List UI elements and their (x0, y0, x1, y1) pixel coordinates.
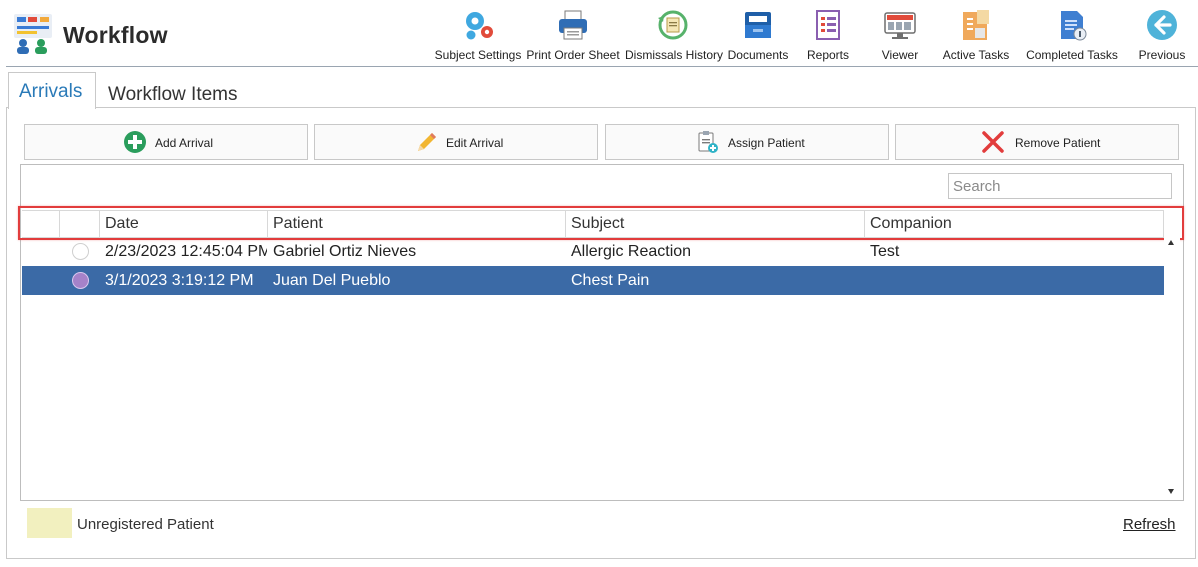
viewer-button[interactable]: Viewer (870, 6, 930, 62)
add-arrival-label: Add Arrival (155, 136, 214, 150)
print-order-sheet-button[interactable]: Print Order Sheet (526, 6, 620, 62)
refresh-link[interactable]: Refresh (1123, 516, 1176, 533)
tab-arrivals[interactable]: Arrivals (8, 72, 96, 109)
app-header: Workflow Subject Settings Print Order Sh… (0, 0, 1198, 66)
tab-workflow-items[interactable]: Workflow Items (108, 84, 238, 106)
vertical-scrollbar[interactable] (1164, 236, 1180, 498)
column-header-date[interactable]: Date (100, 211, 268, 237)
scroll-down-icon[interactable] (1168, 489, 1174, 494)
remove-patient-label: Remove Patient (1015, 136, 1101, 150)
app-title: Workflow (63, 22, 168, 48)
column-header-status[interactable] (60, 211, 100, 237)
documents-button[interactable]: Documents (726, 6, 790, 62)
unregistered-legend-label: Unregistered Patient (77, 516, 214, 533)
tab-arrivals-label: Arrivals (19, 81, 83, 102)
table-row-selected[interactable]: 3/1/2023 3:19:12 PM Juan Del Pueblo Ches… (22, 266, 1164, 295)
toolbar-label: Previous (1138, 48, 1186, 62)
row-patient: Gabriel Ortiz Nieves (273, 243, 417, 260)
toolbar-label: Dismissals History (625, 48, 724, 62)
column-header-companion[interactable]: Companion (865, 211, 1164, 237)
toolbar-label: Viewer (881, 48, 919, 62)
column-header-patient[interactable]: Patient (268, 211, 566, 237)
completed-tasks-button[interactable]: Completed Tasks (1024, 6, 1120, 62)
scroll-up-icon[interactable] (1168, 240, 1174, 245)
completed-document-icon (1055, 8, 1089, 42)
toolbar-label: Active Tasks (942, 48, 1010, 62)
previous-button[interactable]: Previous (1134, 6, 1190, 62)
header-divider (6, 66, 1198, 67)
row-date: 3/1/2023 3:19:12 PM (105, 272, 254, 289)
toolbar-label: Subject Settings (434, 48, 522, 62)
active-tasks-button[interactable]: Active Tasks (942, 6, 1010, 62)
edit-arrival-button[interactable]: Edit Arrival (314, 124, 598, 160)
remove-patient-button[interactable]: Remove Patient (895, 124, 1179, 160)
add-arrival-button[interactable]: Add Arrival (24, 124, 308, 160)
folder-icon (741, 8, 775, 42)
subject-settings-button[interactable]: Subject Settings (434, 6, 522, 62)
clipboard-add-icon (696, 130, 720, 154)
report-icon (811, 8, 845, 42)
status-dot (72, 272, 89, 289)
toolbar-label: Documents (727, 48, 789, 62)
grid-column-header: Date Patient Subject Companion (22, 210, 1164, 238)
reports-button[interactable]: Reports (798, 6, 858, 62)
tasks-icon (959, 8, 993, 42)
search-input[interactable] (948, 173, 1172, 199)
status-dot (72, 243, 89, 260)
pencil-icon (415, 130, 439, 154)
toolbar-label: Reports (806, 48, 850, 62)
toolbar-label: Completed Tasks (1026, 48, 1118, 62)
row-date: 2/23/2023 12:45:04 PM (105, 243, 267, 260)
row-subject: Chest Pain (571, 272, 650, 289)
monitor-icon (883, 8, 917, 42)
close-x-icon (981, 130, 1005, 154)
table-row[interactable]: 2/23/2023 12:45:04 PM Gabriel Ortiz Niev… (22, 237, 1164, 266)
dismissals-history-button[interactable]: Dismissals History (625, 6, 724, 62)
add-circle-icon (123, 130, 147, 154)
row-companion: Test (870, 243, 900, 260)
column-header-blank[interactable] (22, 211, 60, 237)
printer-icon (556, 8, 590, 42)
row-patient: Juan Del Pueblo (273, 272, 391, 289)
workflow-logo-icon (14, 14, 52, 54)
gear-cluster-icon (461, 8, 495, 42)
row-subject: Allergic Reaction (571, 243, 692, 260)
unregistered-legend-swatch (27, 508, 72, 538)
assign-patient-button[interactable]: Assign Patient (605, 124, 889, 160)
history-icon (656, 8, 690, 42)
column-header-subject[interactable]: Subject (566, 211, 865, 237)
assign-patient-label: Assign Patient (728, 136, 805, 150)
row-companion (870, 266, 1160, 295)
toolbar-label: Print Order Sheet (526, 48, 620, 62)
edit-arrival-label: Edit Arrival (446, 136, 504, 150)
back-arrow-icon (1145, 8, 1179, 42)
